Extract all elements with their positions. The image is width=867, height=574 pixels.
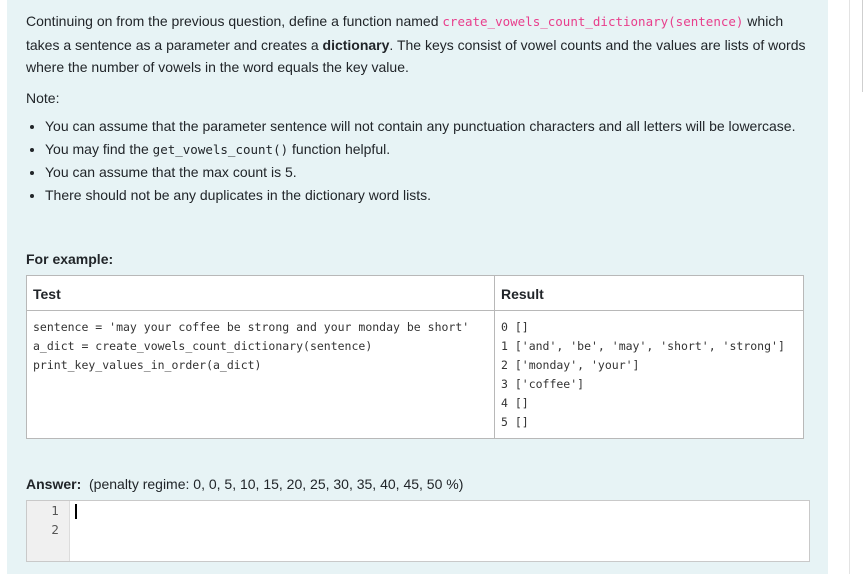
note-text: function helpful. bbox=[288, 140, 391, 157]
function-signature: create_vowels_count_dictionary(sentence) bbox=[442, 14, 744, 29]
test-code: sentence = 'may your coffee be strong an… bbox=[26, 310, 495, 439]
example-label: For example: bbox=[26, 251, 114, 267]
question-panel: Continuing on from the previous question… bbox=[7, 0, 828, 574]
inline-code: get_vowels_count() bbox=[152, 141, 289, 157]
note-text: There should not be any duplicates in th… bbox=[45, 186, 431, 203]
question-text: Continuing on from the previous question… bbox=[26, 10, 809, 79]
note-label: Note: bbox=[26, 89, 60, 106]
note-item: You can assume that the parameter senten… bbox=[45, 115, 809, 138]
note-item: You may find the get_vowels_count() func… bbox=[45, 138, 809, 162]
penalty-regime: (penalty regime: 0, 0, 5, 10, 15, 20, 25… bbox=[89, 476, 464, 492]
note-item: You can assume that the max count is 5. bbox=[45, 161, 809, 184]
header-result: Result bbox=[494, 275, 804, 311]
line-number: 2 bbox=[51, 523, 59, 537]
line-number-gutter: 1 2 bbox=[27, 501, 70, 561]
dictionary-word: dictionary bbox=[322, 36, 390, 53]
table-row: sentence = 'may your coffee be strong an… bbox=[26, 310, 804, 439]
note-text: You may find the bbox=[45, 140, 153, 157]
example-table: Test Result sentence = 'may your coffee … bbox=[26, 275, 804, 439]
answer-label: Answer: (penalty regime: 0, 0, 5, 10, 15… bbox=[26, 476, 809, 492]
note-item: There should not be any duplicates in th… bbox=[45, 184, 809, 207]
answer-title: Answer: bbox=[26, 476, 82, 492]
text-cursor bbox=[75, 504, 77, 519]
table-header-row: Test Result bbox=[26, 275, 804, 311]
header-test: Test bbox=[26, 275, 495, 311]
divider bbox=[849, 0, 850, 574]
result-output: 0 [] 1 ['and', 'be', 'may', 'short', 'st… bbox=[494, 310, 804, 439]
intro-text: Continuing on from the previous question… bbox=[26, 13, 443, 29]
note-text: You can assume that the max count is 5. bbox=[45, 164, 297, 180]
side-panel-edge bbox=[862, 0, 867, 92]
code-editor[interactable]: 1 2 bbox=[26, 500, 810, 562]
line-number: 1 bbox=[51, 504, 59, 518]
note-list: You can assume that the parameter senten… bbox=[26, 115, 809, 206]
note-text: You can assume that the parameter senten… bbox=[45, 118, 796, 134]
